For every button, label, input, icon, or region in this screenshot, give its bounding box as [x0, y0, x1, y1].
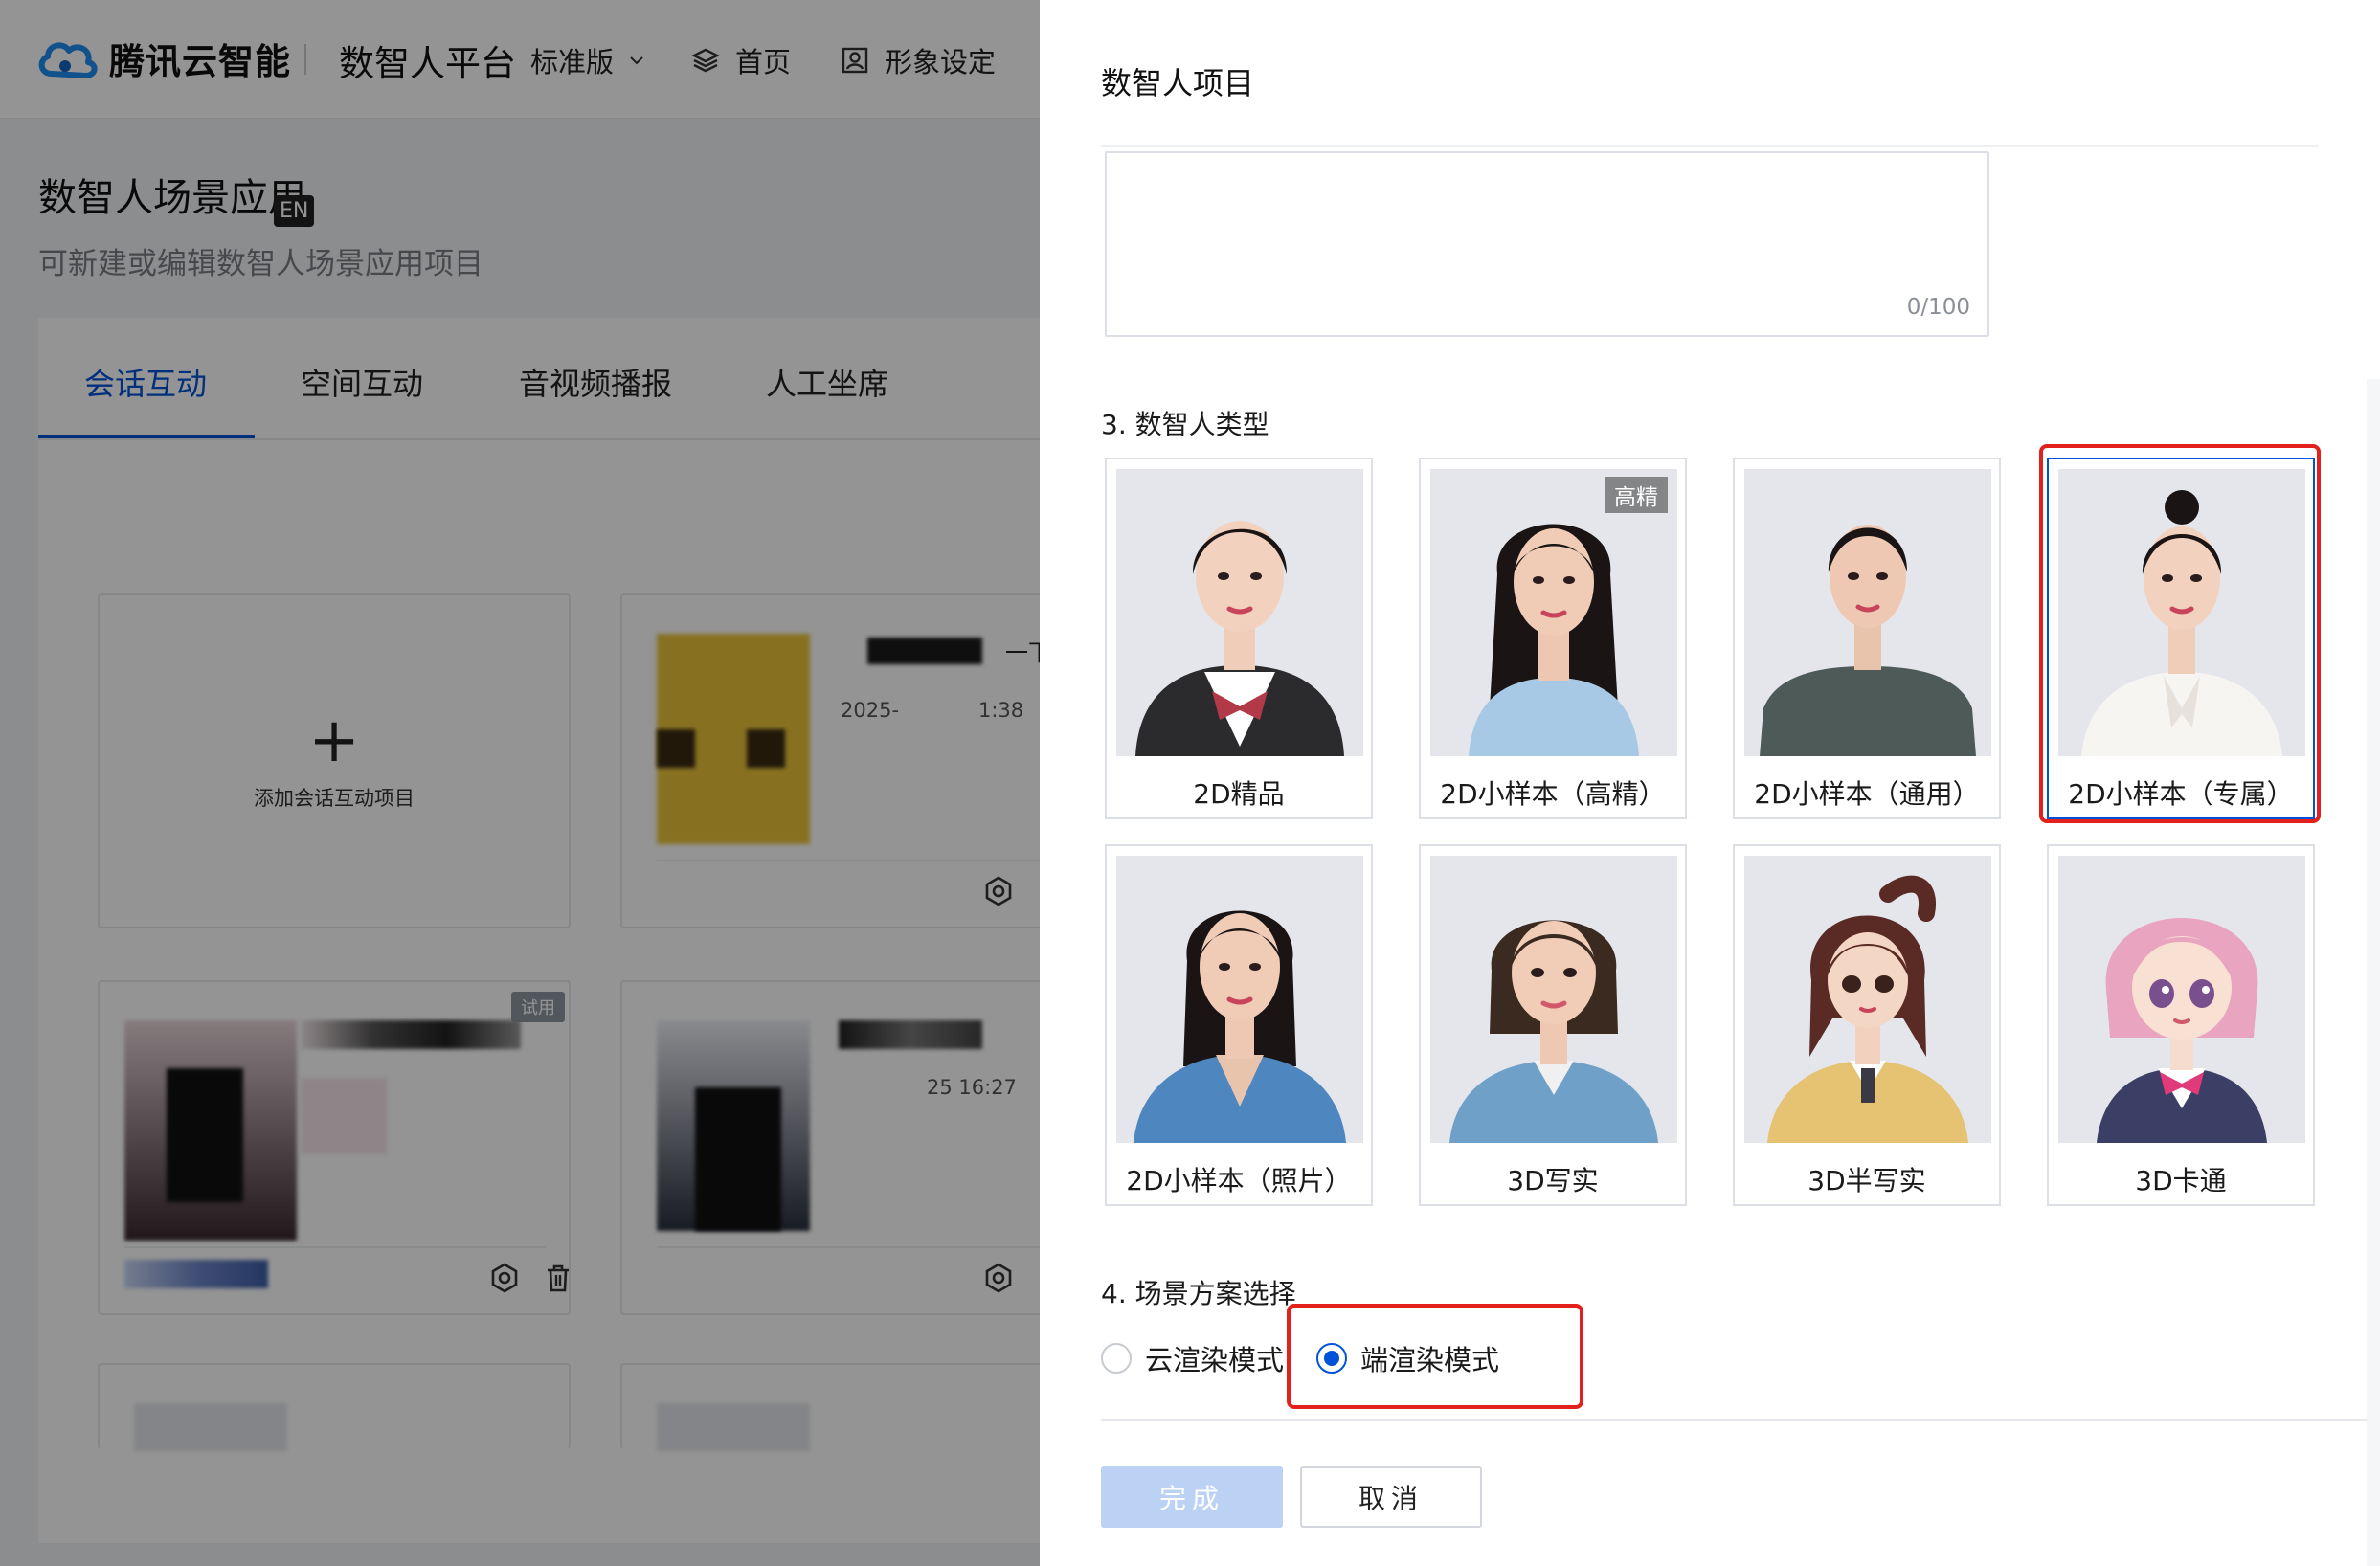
avatar-type-2d-premium[interactable]: 2D精品	[1105, 458, 1373, 819]
avatar-type-label-text: 2D小样本（高精）	[1440, 778, 1666, 810]
avatar-3d-semi-realistic-image	[1744, 856, 1991, 1143]
drawer-footer-divider	[1101, 1419, 2380, 1421]
avatar-3d-realistic-image	[1430, 856, 1677, 1143]
avatar-type-label-text: 2D小样本（照片）	[1126, 1165, 1352, 1197]
radio-cloud-render-label[interactable]: 云渲染模式	[1145, 1338, 1284, 1378]
avatar-type-3d-realistic[interactable]: 3D写实	[1419, 844, 1687, 1206]
avatar-2d-general-image	[1744, 469, 1991, 756]
avatar-2d-premium-image	[1116, 469, 1363, 756]
avatar-type-3d-semi-realistic[interactable]: 3D半写实	[1733, 844, 2001, 1206]
avatar-preview	[2058, 856, 2305, 1143]
avatar-type-2d-few-shot-hd[interactable]: 高精 2D小样本（高精）	[1419, 458, 1687, 819]
avatar-type-label-text: 3D写实	[1507, 1165, 1599, 1197]
avatar-preview	[1116, 856, 1363, 1143]
avatar-preview	[1116, 469, 1363, 756]
char-counter: 0/100	[1906, 295, 1970, 320]
drawer-header-divider	[1101, 145, 2319, 147]
modal-overlay[interactable]	[0, 0, 1040, 1566]
avatar-type-label: 3. 数智人类型	[1101, 409, 1269, 440]
confirm-button[interactable]: 完成	[1101, 1466, 1283, 1528]
scene-selection-label: 4. 场景方案选择	[1101, 1278, 1296, 1309]
avatar-2d-photo-image	[1116, 856, 1363, 1143]
annotation-highlight-scene	[1287, 1304, 1583, 1409]
drawer-scrollbar[interactable]	[2367, 379, 2380, 1566]
avatar-type-label-text: 3D半写实	[1807, 1165, 1926, 1197]
annotation-highlight-avatar	[2039, 444, 2321, 823]
avatar-type-2d-photo[interactable]: 2D小样本（照片）	[1105, 844, 1373, 1206]
avatar-type-2d-few-shot-general[interactable]: 2D小样本（通用）	[1733, 458, 2001, 819]
avatar-type-label-text: 3D卡通	[2135, 1165, 2227, 1197]
description-textarea[interactable]: 0/100	[1105, 151, 1989, 337]
drawer-title: 数智人项目	[1101, 65, 1255, 101]
avatar-type-label-text: 2D小样本（通用）	[1754, 778, 1980, 810]
avatar-preview	[1744, 469, 1991, 756]
avatar-preview	[1430, 856, 1677, 1143]
hd-tag: 高精	[1605, 477, 1668, 513]
radio-cloud-render[interactable]	[1101, 1343, 1132, 1374]
cancel-button[interactable]: 取消	[1300, 1466, 1482, 1528]
project-drawer: 数智人项目 0/100 3. 数智人类型 2D精品 高精 2D小样本（高精） 2…	[1040, 0, 2380, 1566]
avatar-type-3d-cartoon[interactable]: 3D卡通	[2047, 844, 2315, 1206]
avatar-3d-cartoon-image	[2058, 856, 2305, 1143]
avatar-type-label-text: 2D精品	[1193, 778, 1285, 810]
avatar-preview	[1744, 856, 1991, 1143]
